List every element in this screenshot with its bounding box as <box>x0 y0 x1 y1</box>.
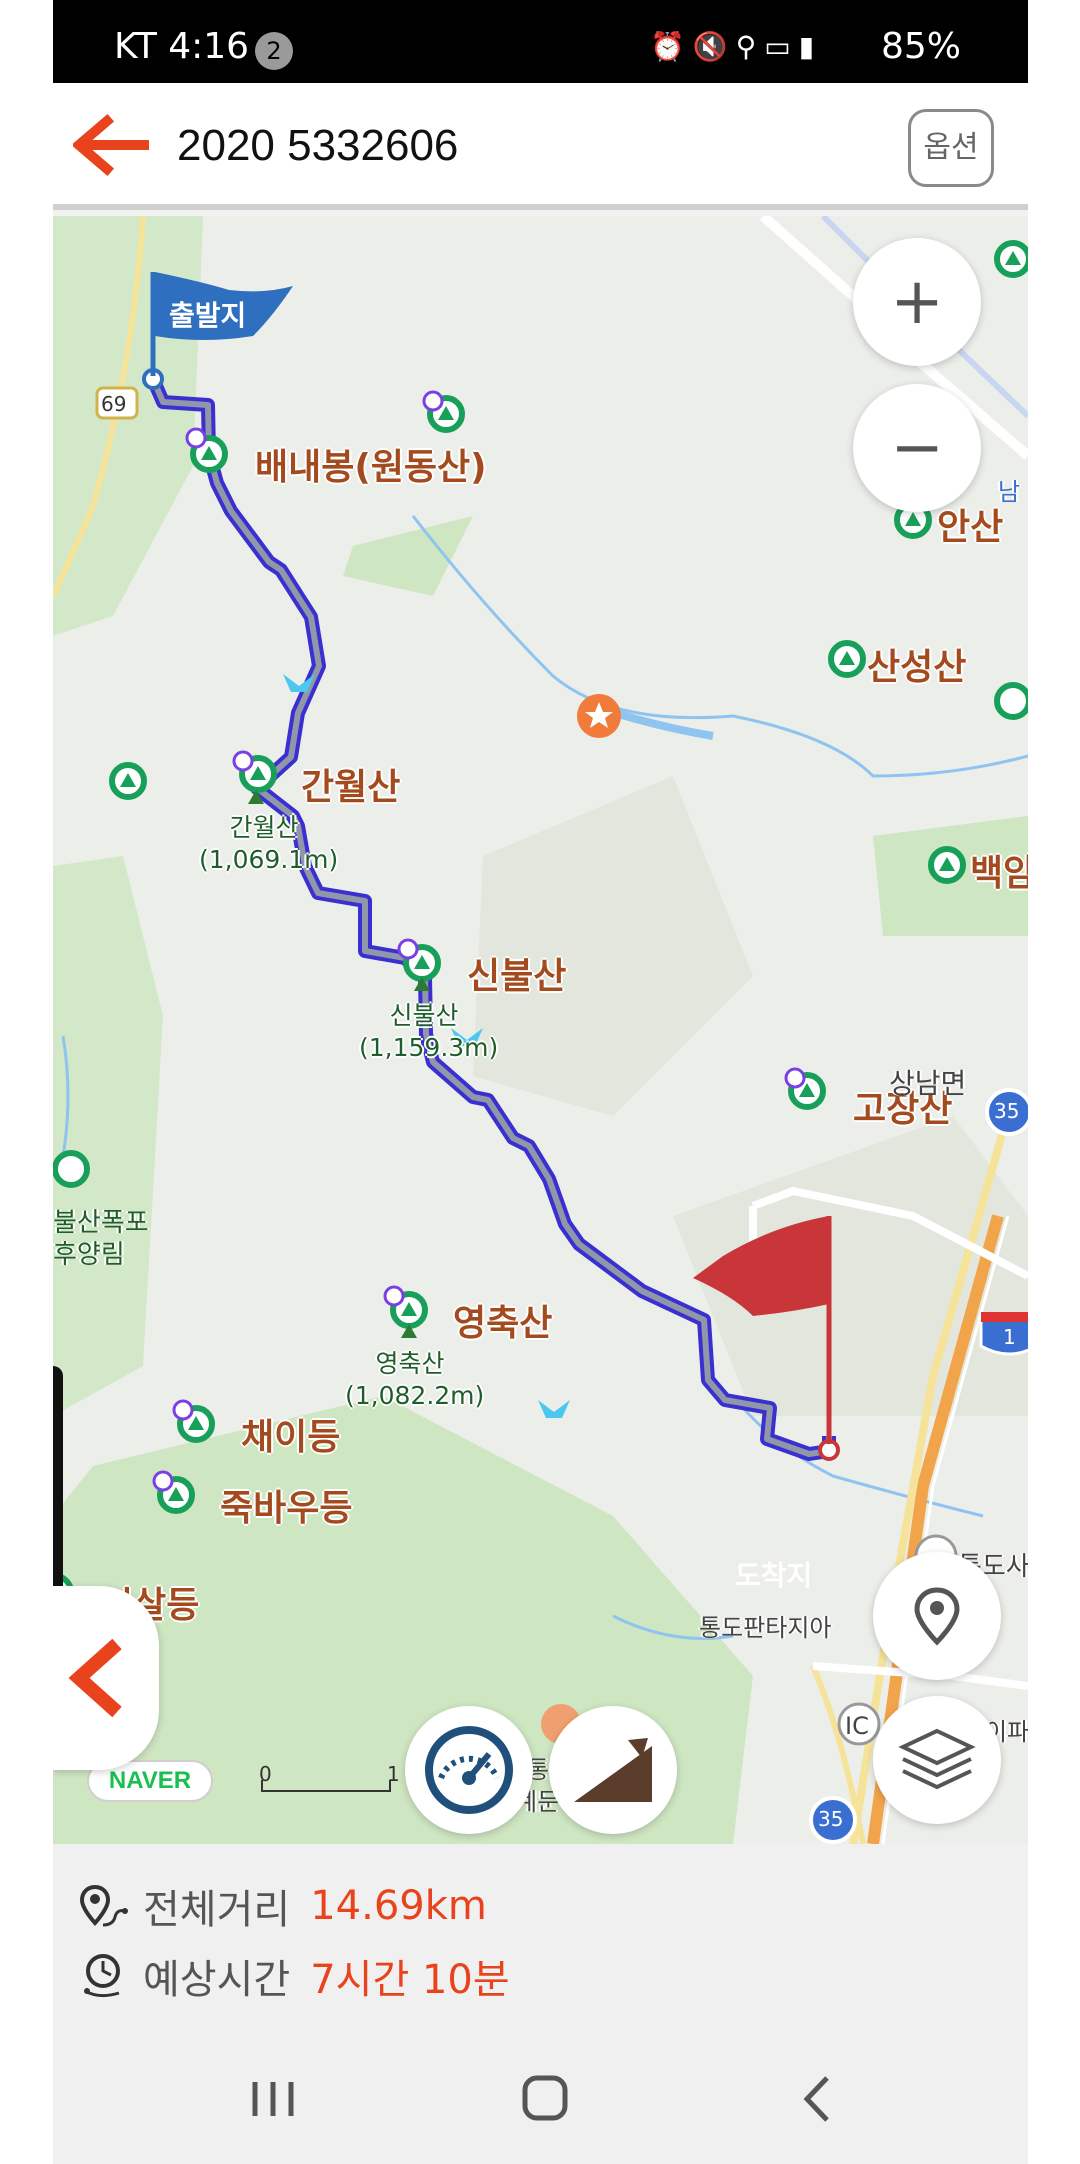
peak-label-sinbulsan: 신불산 <box>467 956 567 997</box>
map-view[interactable]: 출발지 도착지 69 35 35 1 배내봉(원동산) 간월산 신불산 영축산 … <box>53 216 1028 1844</box>
time-label: 예상시간 <box>143 1957 291 2003</box>
app-header: 2020 5332606 옵션 <box>53 83 1028 210</box>
time-row: 예상시간 7시간 10분 <box>79 1946 510 2006</box>
label-ic: IC <box>845 1712 869 1740</box>
home-button[interactable] <box>505 2064 585 2134</box>
peak-label-baenaebong: 배내봉(원동산) <box>255 447 487 488</box>
distance-value: 14.69km <box>310 1883 487 1929</box>
map-layers-button[interactable] <box>873 1696 1001 1824</box>
elevation-height: (1,159.3m) <box>359 1033 499 1062</box>
zoom-in-button[interactable]: + <box>853 238 981 366</box>
location-pin-icon <box>914 1587 960 1646</box>
peak-label-ansan: 안산 <box>937 507 1004 548</box>
status-icons: ⏰🔇⚲▭▮ <box>650 30 822 63</box>
hd-icon: ▭ <box>764 30 799 63</box>
status-bar: KT 4:16 2 ⏰🔇⚲▭▮ 85% <box>53 0 1028 83</box>
elevation-name: 신불산 <box>389 1001 459 1030</box>
peak-label-sanseongsan: 산성산 <box>867 647 967 688</box>
route-distance-icon <box>79 1884 128 1927</box>
side-panel-toggle-button[interactable] <box>53 1586 159 1770</box>
home-icon <box>522 2075 568 2121</box>
elevation-name: 간월산 <box>229 813 299 842</box>
my-location-button[interactable] <box>873 1552 1001 1680</box>
elevation-ganwolsan: 간월산 (1,069.1m) <box>199 812 339 876</box>
label-waterfall-2: 후양림 <box>53 1240 125 1270</box>
back-chevron-icon <box>803 2076 829 2122</box>
speed-button[interactable] <box>405 1706 533 1834</box>
peak-label-yeongchuksan: 영축산 <box>453 1303 553 1344</box>
map-scale: 0 1 <box>259 1762 400 1796</box>
carrier-time: KT 4:16 <box>114 26 250 67</box>
option-button[interactable]: 옵션 <box>908 109 994 187</box>
elevation-yeongchuksan: 영축산 (1,082.2m) <box>345 1348 485 1412</box>
road-badge-69: 69 <box>101 392 127 416</box>
distance-row: 전체거리 14.69km <box>79 1876 487 1936</box>
app-screen: KT 4:16 2 ⏰🔇⚲▭▮ 85% 2020 5332606 옵션 출발지 … <box>53 0 1028 2164</box>
peak-label-ganwolsan: 간월산 <box>301 767 401 808</box>
recent-apps-button[interactable] <box>233 2064 313 2134</box>
elevation-name: 영축산 <box>375 1349 445 1378</box>
layers-icon <box>898 1728 976 1790</box>
elevation-height: (1,082.2m) <box>345 1381 485 1410</box>
route-time-icon <box>84 1954 120 1998</box>
end-flag-label: 도착지 <box>735 1559 813 1592</box>
route-summary-panel: 전체거리 14.69km 예상시간 7시간 10분 <box>53 1844 1028 2034</box>
location-icon: ⚲ <box>735 30 765 63</box>
minus-icon: − <box>890 411 944 485</box>
chevron-left-icon <box>68 1638 122 1718</box>
elevation-sinbulsan: 신불산 (1,159.3m) <box>359 1000 499 1064</box>
alarm-icon: ⏰ <box>650 30 693 63</box>
zoom-out-button[interactable]: − <box>853 384 981 512</box>
peak-label-baegam: 백암 <box>970 853 1028 894</box>
peak-label-jukbaudeung: 죽바우등 <box>220 1488 353 1529</box>
elevation-profile-button[interactable] <box>549 1706 677 1834</box>
back-arrow-icon <box>71 113 149 177</box>
highway-badge-1: 1 <box>1003 1325 1016 1349</box>
label-sangbuk: 상남면 <box>889 1067 967 1100</box>
battery-level: 85% <box>881 26 962 67</box>
notification-count-badge: 2 <box>255 32 293 70</box>
start-flag-label: 출발지 <box>169 299 247 332</box>
road-badge-35-south: 35 <box>818 1807 844 1831</box>
signal-icon: ▮ <box>798 30 823 63</box>
speedometer-icon <box>425 1726 513 1814</box>
elevation-height: (1,069.1m) <box>199 845 339 874</box>
recent-apps-icon <box>252 2082 294 2116</box>
label-nam: 남 <box>998 478 1021 506</box>
label-tongdo-fantasia: 통도판타지아 <box>699 1614 832 1642</box>
phone-frame: KT 4:16 2 ⏰🔇⚲▭▮ 85% 2020 5332606 옵션 출발지 … <box>0 0 1080 2164</box>
peak-label-chaeideung: 채이등 <box>241 1417 341 1458</box>
distance-label: 전체거리 <box>143 1887 291 1933</box>
mute-icon: 🔇 <box>692 30 736 63</box>
system-back-button[interactable] <box>777 2064 857 2134</box>
slope-icon <box>574 1738 652 1802</box>
back-button[interactable] <box>71 113 153 177</box>
page-title: 2020 5332606 <box>177 121 459 170</box>
scale-bar <box>261 1780 391 1792</box>
time-value: 7시간 10분 <box>310 1957 510 2003</box>
system-navigation-bar <box>53 2034 1028 2164</box>
road-badge-35-north: 35 <box>994 1099 1020 1123</box>
plus-icon: + <box>890 265 944 339</box>
